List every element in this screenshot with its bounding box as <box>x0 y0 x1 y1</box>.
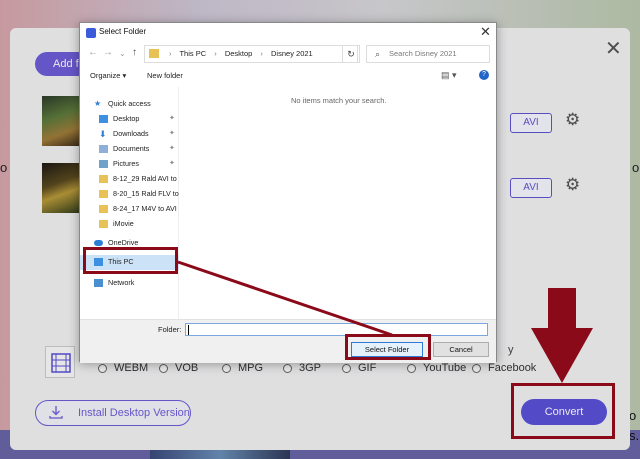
down-arrow-icon <box>531 288 593 383</box>
annotation-arrows <box>177 260 593 383</box>
connector-line <box>177 260 393 337</box>
